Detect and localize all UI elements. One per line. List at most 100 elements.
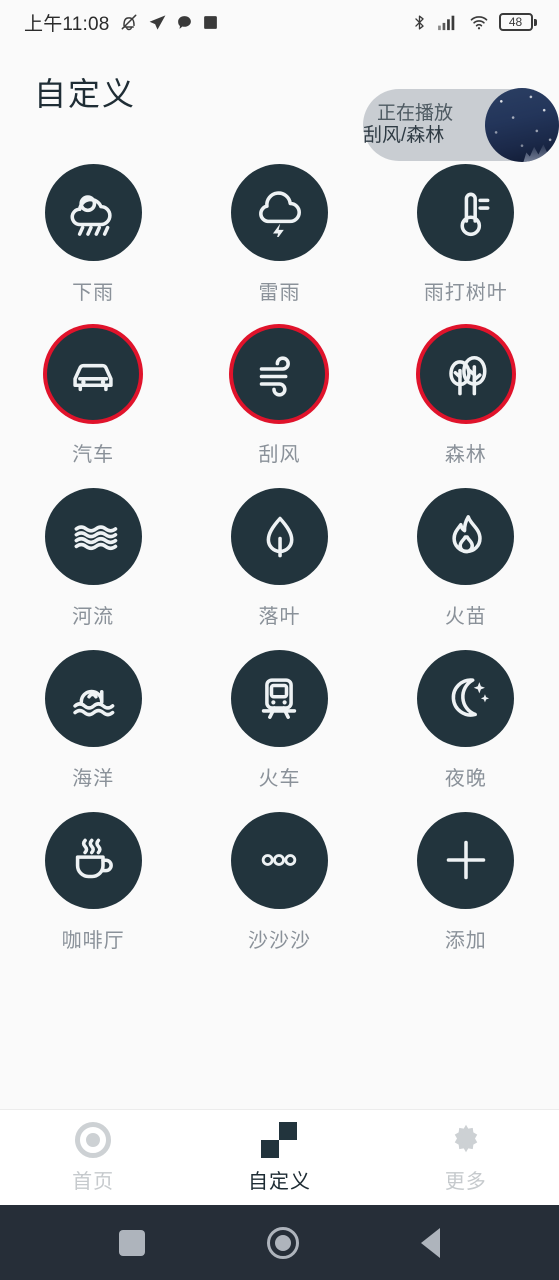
flame-icon	[452, 515, 482, 554]
now-playing-track-label: 刮风/森林	[363, 125, 445, 146]
sound-disc[interactable]	[43, 648, 143, 748]
sound-tile[interactable]: 刮风	[186, 324, 372, 486]
sound-disc-inner	[44, 649, 142, 747]
battery-percent-label: 48	[508, 15, 523, 29]
now-playing-artwork	[485, 88, 559, 162]
sound-tile[interactable]: 落叶	[186, 486, 372, 648]
sound-disc[interactable]	[416, 162, 516, 262]
sound-disc-inner	[230, 649, 328, 747]
tab-home-label: 首页	[72, 1170, 115, 1193]
page-header: 自定义 正在播放 刮风/森林	[0, 44, 559, 162]
cellular-signal-icon	[437, 15, 454, 31]
home-circle-icon[interactable]	[267, 1226, 299, 1259]
sound-disc[interactable]	[416, 486, 516, 586]
battery-icon: 48	[498, 13, 537, 31]
sound-tile[interactable]: 火车	[186, 648, 372, 810]
bell-muted-icon	[121, 14, 136, 31]
sound-disc-inner	[44, 811, 142, 909]
sound-disc[interactable]	[43, 162, 143, 262]
now-playing-status-label: 正在播放	[377, 102, 454, 124]
home-circle-icon	[75, 1121, 112, 1158]
sound-grid: 下雨 雷雨 雨打树叶汽车 刮风 森林河流 落叶 火苗海洋 火车 夜晚咖啡厅 沙沙沙 添加	[0, 162, 559, 972]
sound-tile[interactable]: 沙沙沙	[186, 810, 372, 972]
sound-tile-label: 森林	[444, 444, 487, 466]
car-icon	[73, 363, 113, 392]
sound-tile-label: 河流	[72, 606, 115, 628]
sound-disc[interactable]	[416, 648, 516, 748]
sound-tile-label: 夜晚	[444, 768, 487, 790]
tab-custom[interactable]: 自定义	[186, 1121, 372, 1194]
sound-disc-inner	[233, 328, 326, 420]
sound-disc-inner	[230, 163, 328, 261]
water-waves-icon	[74, 525, 118, 551]
app-root: 上午11:08 48 自定义 正在播放 刮风/森林 下雨 雷雨 雨打树叶 汽车 …	[0, 0, 559, 1280]
wifi-icon	[470, 15, 487, 29]
sound-tile[interactable]: 森林	[373, 324, 559, 486]
sound-disc[interactable]	[43, 486, 143, 586]
sound-disc-selected[interactable]	[43, 324, 144, 424]
sound-tile[interactable]: 雷雨	[186, 162, 372, 324]
sound-disc[interactable]	[229, 486, 329, 586]
sound-tile[interactable]: 夜晚	[373, 648, 559, 810]
sound-tile-label: 雷雨	[258, 282, 301, 304]
sound-tile-label: 刮风	[258, 444, 301, 466]
recents-square-icon[interactable]	[119, 1229, 145, 1256]
status-bar: 上午11:08 48	[0, 0, 559, 44]
sound-tile[interactable]: 河流	[0, 486, 186, 648]
sound-disc[interactable]	[229, 162, 329, 262]
chat-bubble-icon	[177, 15, 191, 29]
sound-disc-inner	[230, 811, 328, 909]
sound-tile-label: 咖啡厅	[61, 930, 125, 952]
thunderstorm-icon	[259, 191, 302, 237]
sound-tile[interactable]: 海洋	[0, 648, 186, 810]
sound-tile[interactable]: 火苗	[373, 486, 559, 648]
tab-more-label: 更多	[444, 1170, 487, 1193]
gear-icon	[454, 1124, 478, 1152]
sound-tile[interactable]: 汽车	[0, 324, 186, 486]
sound-disc[interactable]	[43, 810, 143, 910]
sound-disc-inner	[44, 163, 142, 261]
paper-plane-icon	[149, 14, 165, 30]
sound-disc-inner	[47, 328, 140, 420]
status-bar-clock: 上午11:08	[24, 13, 110, 35]
sound-disc-inner	[417, 649, 515, 747]
sound-tile-label: 添加	[444, 930, 487, 952]
rain-cloud-icon	[70, 195, 112, 236]
sound-disc[interactable]	[229, 810, 329, 910]
trees-icon	[449, 355, 487, 396]
sound-tile-label: 雨打树叶	[423, 282, 508, 304]
wind-icon	[260, 356, 291, 397]
sound-disc-inner	[417, 811, 515, 909]
sound-disc[interactable]	[229, 648, 329, 748]
back-triangle-icon[interactable]	[421, 1227, 440, 1258]
sound-tile[interactable]: 雨打树叶	[373, 162, 559, 324]
sound-tile[interactable]: 下雨	[0, 162, 186, 324]
status-bar-right: 48	[411, 13, 537, 32]
sound-tile-label: 汽车	[72, 444, 115, 466]
train-icon	[262, 678, 297, 719]
sound-tile[interactable]: 添加	[373, 810, 559, 972]
bottom-tab-bar: 首页 自定义 更多	[0, 1109, 559, 1205]
tab-home[interactable]: 首页	[0, 1121, 186, 1194]
square-notification-icon	[203, 15, 217, 29]
sound-disc-inner	[417, 163, 515, 261]
tab-custom-label: 自定义	[247, 1170, 311, 1193]
leaf-icon	[267, 516, 294, 558]
sound-disc-selected[interactable]	[415, 324, 516, 424]
now-playing-pill[interactable]: 正在播放 刮风/森林	[363, 88, 559, 162]
now-playing-text: 正在播放 刮风/森林	[363, 102, 459, 148]
sound-tile-label: 下雨	[72, 282, 115, 304]
sound-disc-selected[interactable]	[229, 324, 330, 424]
sound-disc-inner	[419, 328, 512, 420]
sound-grid-container: 下雨 雷雨 雨打树叶汽车 刮风 森林河流 落叶 火苗海洋 火车 夜晚咖啡厅 沙沙沙 添加	[0, 140, 559, 1109]
sound-disc-inner	[44, 487, 142, 585]
bluetooth-icon	[414, 14, 424, 30]
thermometer-icon	[460, 192, 490, 237]
tab-more[interactable]: 更多	[373, 1122, 559, 1194]
sound-disc[interactable]	[416, 810, 516, 910]
sound-tile-label: 沙沙沙	[247, 930, 311, 952]
sound-disc-inner	[417, 487, 515, 585]
three-dots-icon	[262, 854, 297, 866]
sound-tile-label: 火苗	[444, 606, 487, 628]
sound-tile[interactable]: 咖啡厅	[0, 810, 186, 972]
